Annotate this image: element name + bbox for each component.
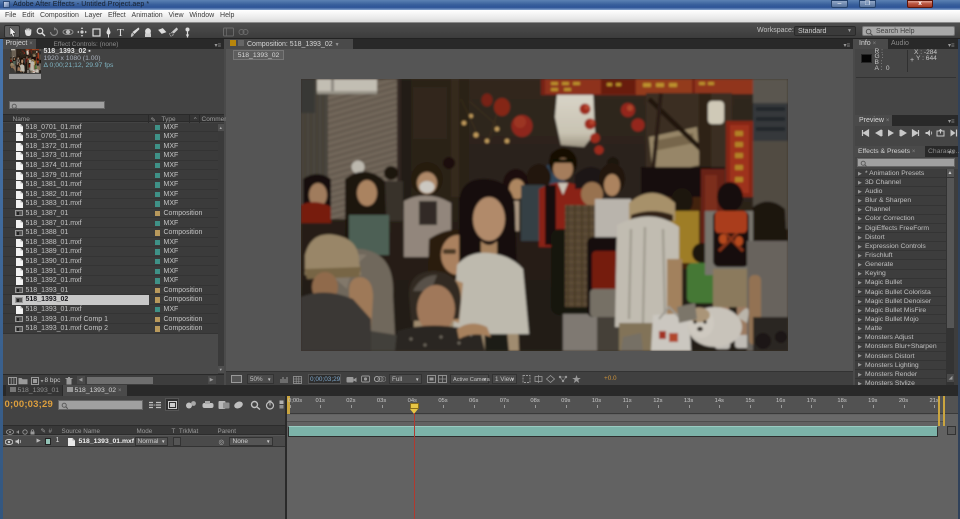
svg-text:T: T xyxy=(117,27,124,38)
